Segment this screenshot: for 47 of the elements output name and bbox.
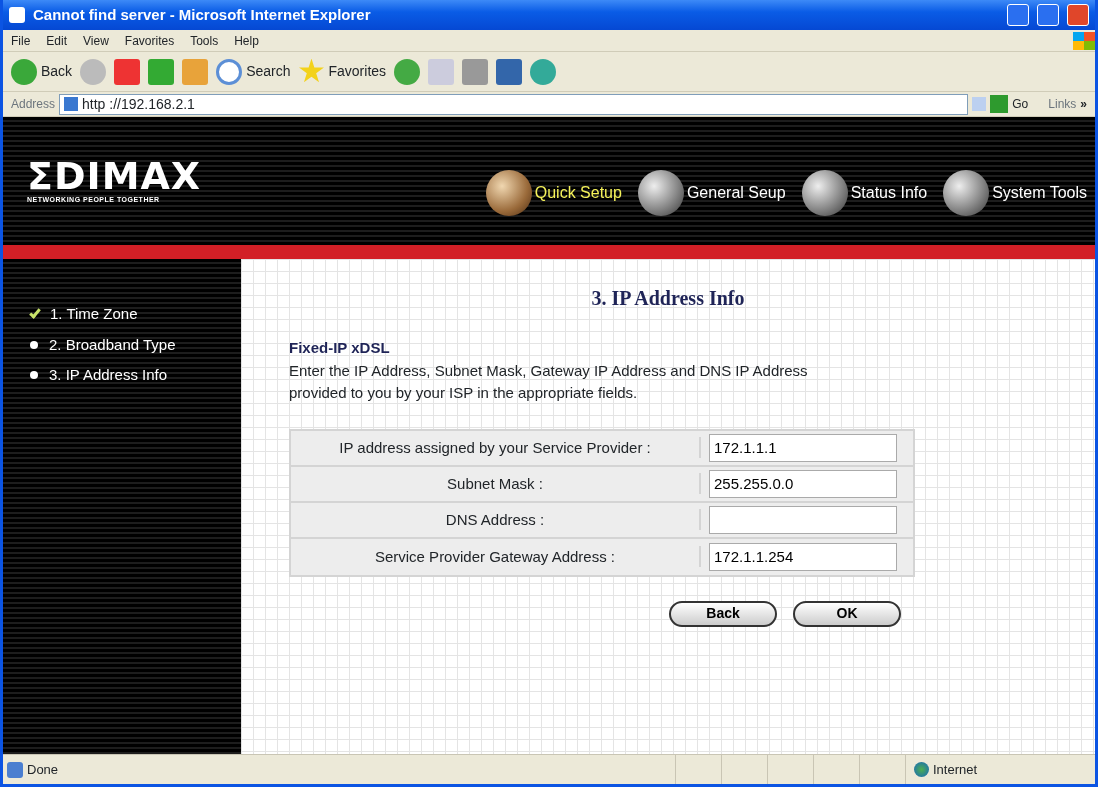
go-button[interactable]: Go	[990, 95, 1029, 113]
nav-tab[interactable]: General Seup	[686, 181, 786, 205]
menu-item[interactable]: Tools	[182, 31, 227, 50]
input-field[interactable]: 172.1.1.254	[709, 542, 897, 571]
field-label: DNS Address :	[291, 508, 701, 531]
description-text: Enter the IP Address, Subnet Mask, Gateway IP Address and DNS IP Address provided to you by your ISP in the appropriate fields.	[289, 360, 809, 403]
address-label: Address	[11, 96, 56, 113]
address-field[interactable]: http ://192.168.2.1	[59, 93, 969, 115]
sphere-icon	[485, 170, 532, 216]
menu-item[interactable]: Help	[226, 31, 267, 50]
page-title: 3. IP Address Info	[591, 287, 745, 309]
zone-text: Internet	[933, 760, 978, 779]
section-title: Fixed-IP xDSL	[289, 338, 391, 358]
input-field[interactable]: 172.1.1.1	[709, 433, 897, 462]
nav-tab[interactable]: System Tools	[992, 181, 1087, 205]
maximize-button[interactable]	[1037, 4, 1059, 26]
status-text: Done	[27, 760, 59, 779]
nav-tab[interactable]: Status Info	[850, 181, 928, 205]
menu-item[interactable]: Favorites	[116, 31, 183, 50]
sphere-icon	[801, 170, 848, 216]
window-title: Cannot find server - Microsoft Internet Explorer	[33, 4, 372, 25]
input-field[interactable]	[709, 505, 897, 534]
favorites-button[interactable]: Favorites	[298, 58, 387, 85]
step-link[interactable]: 3. IP Address Info	[49, 364, 168, 387]
sphere-icon	[943, 170, 990, 216]
close-button[interactable]	[1067, 4, 1089, 26]
menu-item[interactable]: View	[75, 31, 117, 50]
form-button[interactable]: OK	[793, 600, 901, 627]
input-field[interactable]: 255.255.0.0	[709, 469, 897, 498]
step-link[interactable]: 1. Time Zone	[50, 303, 138, 326]
links-label[interactable]: Links	[1048, 95, 1077, 113]
field-label: Service Provider Gateway Address :	[291, 545, 701, 568]
sphere-icon	[637, 170, 684, 216]
field-label: IP address assigned by your Service Provider :	[291, 436, 701, 459]
chevron-icon[interactable]: »	[1080, 95, 1087, 113]
nav-tab[interactable]: Quick Setup	[534, 181, 622, 205]
field-label: Subnet Mask :	[291, 472, 701, 495]
menu-item[interactable]: Edit	[38, 31, 76, 50]
menu-item[interactable]: File	[3, 31, 39, 50]
globe-icon	[914, 762, 929, 777]
search-button[interactable]: Search	[216, 58, 291, 85]
form-button[interactable]: Back	[669, 600, 777, 627]
windows-logo-icon	[1073, 31, 1095, 50]
logo: ΣDIMAX	[27, 156, 202, 195]
minimize-button[interactable]	[1007, 4, 1029, 26]
back-button[interactable]: Back	[11, 58, 73, 85]
step-link[interactable]: 2. Broadband Type	[49, 333, 176, 356]
